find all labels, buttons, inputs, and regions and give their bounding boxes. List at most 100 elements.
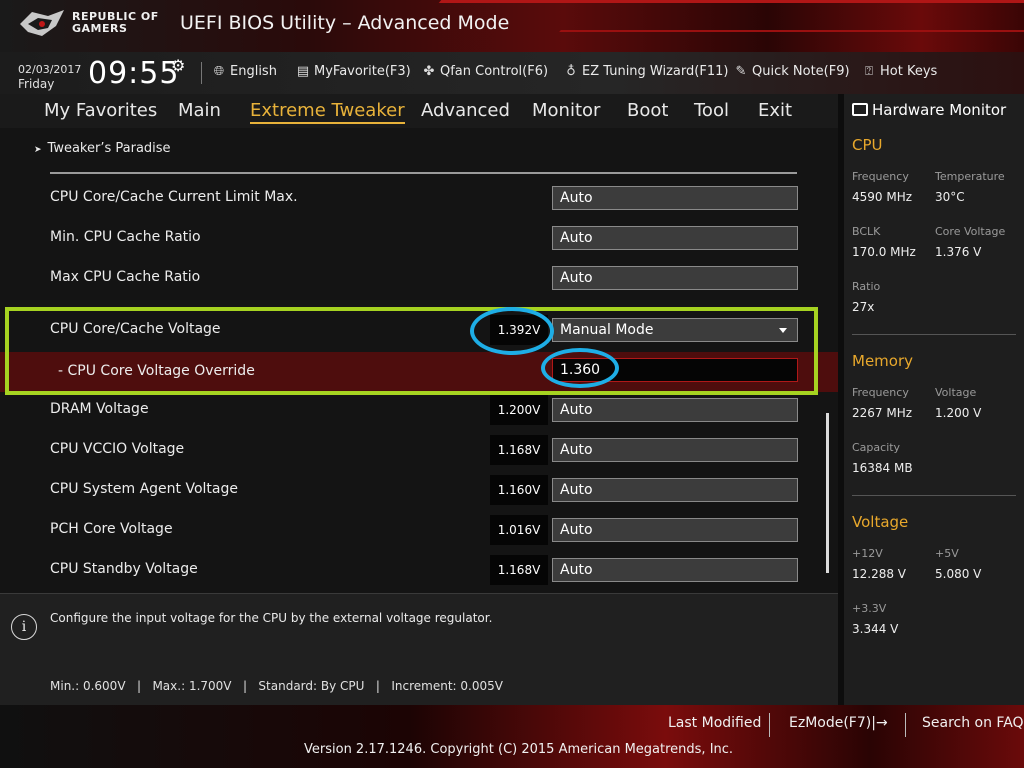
footer-separator — [769, 713, 770, 737]
myfavorite-button[interactable]: ▤ MyFavorite(F3) — [295, 64, 411, 79]
value-range-info: Min.: 0.600V | Max.: 1.700V | Standard: … — [50, 679, 503, 693]
qfan-control-button[interactable]: ✤ Qfan Control(F6) — [421, 64, 548, 79]
core-voltage-value: 1.376 V — [935, 245, 982, 259]
tab-boot[interactable]: Boot — [627, 100, 668, 121]
ezmode-button[interactable]: EzMode(F7)|→ — [789, 715, 888, 731]
cpu-temperature-label: Temperature — [935, 170, 1005, 183]
memory-frequency-value: 2267 MHz — [852, 406, 913, 420]
annotation-circle — [541, 348, 619, 388]
setting-value-field[interactable]: Auto — [552, 226, 798, 250]
app-title: UEFI BIOS Utility – Advanced Mode — [180, 12, 510, 34]
ratio-label: Ratio — [852, 280, 881, 293]
setting-row[interactable]: Max CPU Cache Ratio Auto — [0, 258, 838, 298]
tab-tool[interactable]: Tool — [694, 100, 729, 121]
day-display: Friday — [18, 77, 55, 91]
setting-row[interactable]: CPU VCCIO Voltage 1.168V Auto — [0, 430, 838, 470]
setting-label: CPU VCCIO Voltage — [50, 441, 185, 457]
decorative-streak — [438, 0, 1024, 3]
setting-value-field[interactable]: Auto — [552, 558, 798, 582]
tab-main[interactable]: Main — [178, 100, 221, 121]
title-bar: REPUBLIC OF GAMERS UEFI BIOS Utility – A… — [0, 0, 1024, 52]
quick-note-label: Quick Note(F9) — [752, 64, 850, 79]
bclk-value: 170.0 MHz — [852, 245, 916, 259]
setting-row[interactable]: CPU Standby Voltage 1.168V Auto — [0, 550, 838, 590]
footer-bar: Last Modified EzMode(F7)|→ Search on FAQ… — [0, 705, 1024, 768]
info-icon: i — [11, 614, 37, 640]
tab-exit[interactable]: Exit — [758, 100, 792, 121]
setting-label: Min. CPU Cache Ratio — [50, 229, 201, 245]
scrollbar[interactable] — [826, 413, 829, 573]
cpu-temperature-value: 30°C — [935, 190, 965, 204]
cpu-frequency-label: Frequency — [852, 170, 909, 183]
core-voltage-label: Core Voltage — [935, 225, 1006, 238]
clock-display: 09:55 — [88, 56, 180, 91]
language-label: English — [230, 64, 277, 79]
setting-row[interactable]: PCH Core Voltage 1.016V Auto — [0, 510, 838, 550]
divider — [852, 334, 1016, 335]
bclk-label: BCLK — [852, 225, 881, 238]
setting-row[interactable]: Min. CPU Cache Ratio Auto — [0, 218, 838, 258]
setting-value-field[interactable]: Auto — [552, 518, 798, 542]
memory-capacity-value: 16384 MB — [852, 461, 913, 475]
annotation-circle — [470, 307, 554, 355]
v5-value: 5.080 V — [935, 567, 982, 581]
v33-value: 3.344 V — [852, 622, 899, 636]
setting-label: DRAM Voltage — [50, 401, 149, 417]
breadcrumb[interactable]: ➤ Tweaker’s Paradise — [34, 141, 171, 156]
setting-value-field[interactable]: Auto — [552, 266, 798, 290]
voltage-reading: 1.016V — [490, 515, 548, 545]
v12-value: 12.288 V — [852, 567, 907, 581]
v5-label: +5V — [935, 547, 959, 560]
annotation-highlight-box — [5, 307, 818, 395]
brand-name: REPUBLIC OF GAMERS — [72, 11, 159, 35]
globe-icon: 🌐︎ — [213, 64, 225, 79]
footer-separator — [905, 713, 906, 737]
setting-value-field[interactable]: Auto — [552, 438, 798, 462]
tab-advanced[interactable]: Advanced — [421, 100, 510, 121]
help-description: Configure the input voltage for the CPU … — [50, 611, 493, 625]
setting-row[interactable]: CPU System Agent Voltage 1.160V Auto — [0, 470, 838, 510]
tab-extreme-tweaker[interactable]: Extreme Tweaker — [250, 100, 405, 124]
rog-eye-logo — [20, 10, 64, 36]
setting-row[interactable]: DRAM Voltage 1.200V Auto — [0, 390, 838, 430]
divider — [852, 495, 1016, 496]
bulb-icon: ♁ — [566, 64, 576, 79]
search-faq-button[interactable]: Search on FAQ — [922, 715, 1024, 731]
memory-section-title: Memory — [852, 352, 914, 370]
setting-value-field[interactable]: Auto — [552, 398, 798, 422]
ratio-value: 27x — [852, 300, 875, 314]
voltage-reading: 1.200V — [490, 395, 548, 425]
setting-value-field[interactable]: Auto — [552, 186, 798, 210]
voltage-section-title: Voltage — [852, 513, 909, 531]
fan-icon: ✤ — [423, 64, 435, 79]
memory-capacity-label: Capacity — [852, 441, 901, 454]
ez-tuning-wizard-button[interactable]: ♁ EZ Tuning Wizard(F11) — [563, 64, 728, 79]
setting-label: Max CPU Cache Ratio — [50, 269, 201, 285]
setting-row[interactable]: CPU Core/Cache Current Limit Max. Auto — [0, 178, 838, 218]
settings-panel: ➤ Tweaker’s Paradise CPU Core/Cache Curre… — [0, 128, 864, 593]
v33-label: +3.3V — [852, 602, 887, 615]
last-modified-button[interactable]: Last Modified — [668, 715, 761, 731]
hot-keys-button[interactable]: ⍰ Hot Keys — [861, 64, 937, 79]
brand-line-2: GAMERS — [72, 22, 128, 35]
voltage-reading: 1.168V — [490, 435, 548, 465]
setting-value-field[interactable]: Auto — [552, 478, 798, 502]
setting-label: CPU Core/Cache Current Limit Max. — [50, 189, 298, 205]
voltage-reading: 1.160V — [490, 475, 548, 505]
qfan-control-label: Qfan Control(F6) — [440, 64, 549, 79]
help-panel: i Configure the input voltage for the CP… — [0, 593, 838, 705]
tab-my-favorites[interactable]: My Favorites — [44, 100, 157, 121]
setting-label: CPU Standby Voltage — [50, 561, 198, 577]
myfavorite-label: MyFavorite(F3) — [314, 64, 411, 79]
breadcrumb-arrow-icon: ➤ — [34, 145, 42, 155]
clock-settings-gear-icon[interactable]: ⚙ — [171, 56, 185, 75]
hot-keys-label: Hot Keys — [880, 64, 938, 79]
memory-voltage-label: Voltage — [935, 386, 977, 399]
decorative-streak — [559, 30, 1024, 32]
date-display: 02/03/2017 — [18, 63, 82, 76]
tab-monitor[interactable]: Monitor — [532, 100, 600, 121]
language-button[interactable]: 🌐︎ English — [211, 64, 277, 79]
toolbar-separator — [201, 62, 202, 84]
hardware-monitor-title-text: Hardware Monitor — [872, 101, 1007, 119]
quick-note-button[interactable]: ✎ Quick Note(F9) — [733, 64, 850, 79]
